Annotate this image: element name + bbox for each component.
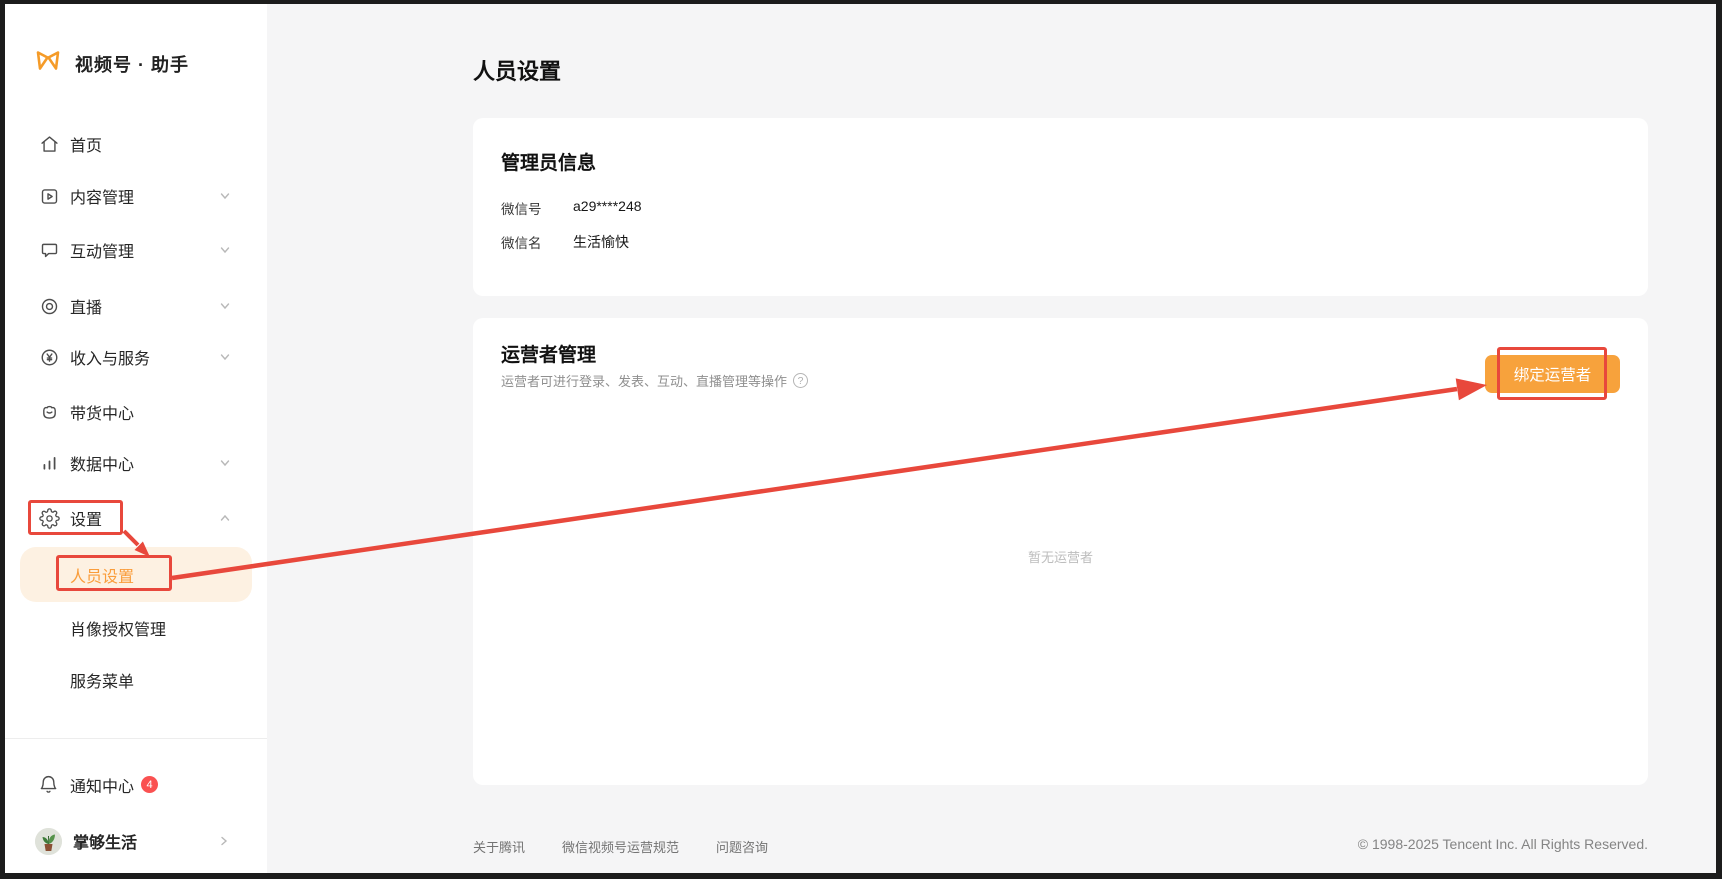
channels-logo-icon: [33, 48, 63, 79]
wechat-name-value: 生活愉快: [573, 232, 629, 252]
wechat-id-value: a29****248: [573, 198, 642, 218]
sidebar-item-live[interactable]: 直播: [5, 294, 267, 318]
notification-label: 通知中心: [70, 773, 134, 797]
footer-link-about-tencent[interactable]: 关于腾讯: [473, 837, 525, 856]
chat-bubble-icon: [38, 239, 60, 261]
sidebar-item-label: 内容管理: [70, 184, 134, 208]
sidebar-item-commerce[interactable]: 带货中心: [5, 400, 267, 424]
notification-badge: 4: [141, 776, 158, 793]
admin-info-card: 管理员信息 微信号 a29****248 微信名 生活愉快: [473, 118, 1648, 296]
sidebar-item-label: 首页: [70, 132, 102, 156]
sidebar-item-income[interactable]: 收入与服务: [5, 345, 267, 369]
sidebar-item-label: 带货中心: [70, 400, 134, 424]
sidebar-subitem-portrait-auth[interactable]: 肖像授权管理: [70, 616, 166, 640]
empty-operators-text: 暂无运营者: [473, 547, 1648, 566]
wechat-name-row: 微信名 生活愉快: [501, 232, 629, 252]
sidebar-item-notifications[interactable]: 通知中心 4: [5, 772, 267, 798]
account-name: 掌够生活: [73, 829, 137, 853]
gear-icon: [38, 507, 60, 529]
chevron-down-icon: [218, 189, 232, 203]
sidebar-item-data[interactable]: 数据中心: [5, 451, 267, 475]
bar-chart-icon: [38, 452, 60, 474]
bell-icon: [38, 774, 60, 796]
operator-subtitle-text: 运营者可进行登录、发表、互动、直播管理等操作: [501, 371, 787, 390]
chevron-down-icon: [218, 456, 232, 470]
help-question-icon[interactable]: ?: [793, 373, 808, 388]
active-submenu-highlight: [20, 547, 252, 602]
video-content-icon: [38, 185, 60, 207]
app-root: 视频号 · 助手 首页 内容管理: [5, 4, 1716, 873]
home-icon: [38, 133, 60, 155]
page-footer: 关于腾讯 微信视频号运营规范 问题咨询 © 1998-2025 Tencent …: [473, 834, 1648, 858]
wechat-id-row: 微信号 a29****248: [501, 198, 642, 218]
sidebar-item-label: 互动管理: [70, 238, 134, 262]
account-avatar: [35, 828, 62, 855]
chevron-down-icon: [218, 299, 232, 313]
copyright-text: © 1998-2025 Tencent Inc. All Rights Rese…: [1358, 836, 1648, 852]
chevron-down-icon: [218, 350, 232, 364]
sidebar-subitem-staff-settings[interactable]: 人员设置: [70, 563, 134, 587]
submenu-label: 服务菜单: [70, 668, 134, 692]
wechat-name-label: 微信名: [501, 232, 573, 252]
live-record-icon: [38, 295, 60, 317]
operator-card-subtitle: 运营者可进行登录、发表、互动、直播管理等操作 ?: [501, 371, 808, 390]
sidebar-item-settings[interactable]: 设置: [5, 506, 267, 530]
chevron-down-icon: [218, 243, 232, 257]
page-title: 人员设置: [473, 54, 561, 86]
wechat-id-label: 微信号: [501, 198, 573, 218]
sidebar-item-label: 设置: [70, 506, 102, 530]
sidebar-item-label: 收入与服务: [70, 345, 150, 369]
chevron-up-icon: [218, 511, 232, 525]
yuan-coin-icon: [38, 346, 60, 368]
sidebar: 视频号 · 助手 首页 内容管理: [5, 4, 267, 873]
window-frame: 视频号 · 助手 首页 内容管理: [0, 0, 1722, 879]
sidebar-item-interaction[interactable]: 互动管理: [5, 238, 267, 262]
footer-link-faq[interactable]: 问题咨询: [716, 837, 768, 856]
admin-card-heading: 管理员信息: [501, 148, 596, 175]
operator-management-card: 运营者管理 运营者可进行登录、发表、互动、直播管理等操作 ? 绑定运营者 暂无运…: [473, 318, 1648, 785]
bind-operator-button[interactable]: 绑定运营者: [1485, 355, 1620, 393]
sidebar-divider: [5, 738, 267, 739]
app-logo: 视频号 · 助手: [33, 48, 189, 79]
goods-bag-icon: [38, 401, 60, 423]
sidebar-item-home[interactable]: 首页: [5, 132, 267, 156]
submenu-label: 肖像授权管理: [70, 616, 166, 640]
app-title: 视频号 · 助手: [75, 51, 189, 77]
sidebar-item-label: 直播: [70, 294, 102, 318]
footer-link-operation-rules[interactable]: 微信视频号运营规范: [562, 837, 679, 856]
submenu-label: 人员设置: [70, 563, 134, 587]
chevron-right-icon: [218, 834, 232, 848]
sidebar-item-label: 数据中心: [70, 451, 134, 475]
footer-links: 关于腾讯 微信视频号运营规范 问题咨询: [473, 837, 768, 856]
sidebar-item-content[interactable]: 内容管理: [5, 184, 267, 208]
account-switcher[interactable]: 掌够生活: [5, 826, 267, 856]
sidebar-subitem-service-menu[interactable]: 服务菜单: [70, 668, 134, 692]
operator-card-heading: 运营者管理: [501, 340, 596, 367]
main-content: 人员设置 管理员信息 微信号 a29****248 微信名 生活愉快 运营者管理…: [267, 4, 1716, 873]
